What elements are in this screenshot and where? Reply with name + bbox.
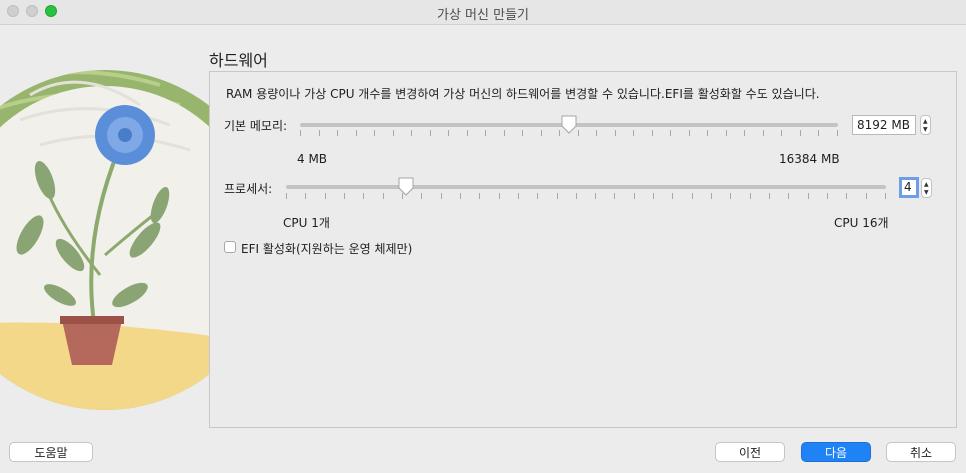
back-button[interactable]: 이전 <box>715 442 785 462</box>
stepper-down-icon[interactable]: ▼ <box>924 190 929 196</box>
memory-value-field[interactable]: 8192 MB <box>852 115 916 135</box>
memory-stepper[interactable]: ▲ ▼ <box>920 115 931 135</box>
processor-slider-track[interactable] <box>286 185 886 189</box>
section-title: 하드웨어 <box>209 51 268 70</box>
processor-stepper[interactable]: ▲ ▼ <box>921 178 932 198</box>
processor-max-label: CPU 16개 <box>834 216 889 230</box>
title-bar: 가상 머신 만들기 <box>0 0 966 25</box>
next-button[interactable]: 다음 <box>801 442 871 462</box>
help-button[interactable]: 도움말 <box>9 442 93 462</box>
processor-slider-ticks <box>286 193 886 199</box>
efi-checkbox[interactable] <box>224 241 236 253</box>
cancel-button[interactable]: 취소 <box>886 442 956 462</box>
processor-value-field[interactable]: 4 <box>899 177 919 198</box>
stepper-up-icon[interactable]: ▲ <box>923 119 928 125</box>
window-title: 가상 머신 만들기 <box>437 8 529 23</box>
processor-min-label: CPU 1개 <box>283 216 330 230</box>
efi-label: EFI 활성화(지원하는 운영 체제만) <box>241 242 413 256</box>
stepper-up-icon[interactable]: ▲ <box>924 182 929 188</box>
processor-label: 프로세서: <box>224 182 273 196</box>
processor-slider-thumb[interactable] <box>397 177 415 197</box>
memory-max-label: 16384 MB <box>779 152 840 166</box>
memory-min-label: 4 MB <box>297 152 328 166</box>
memory-slider-thumb[interactable] <box>560 115 578 135</box>
memory-label: 기본 메모리: <box>224 119 288 133</box>
stepper-down-icon[interactable]: ▼ <box>923 127 928 133</box>
description-text: RAM 용량이나 가상 CPU 개수를 변경하여 가상 머신의 하드웨어를 변경… <box>226 87 820 101</box>
